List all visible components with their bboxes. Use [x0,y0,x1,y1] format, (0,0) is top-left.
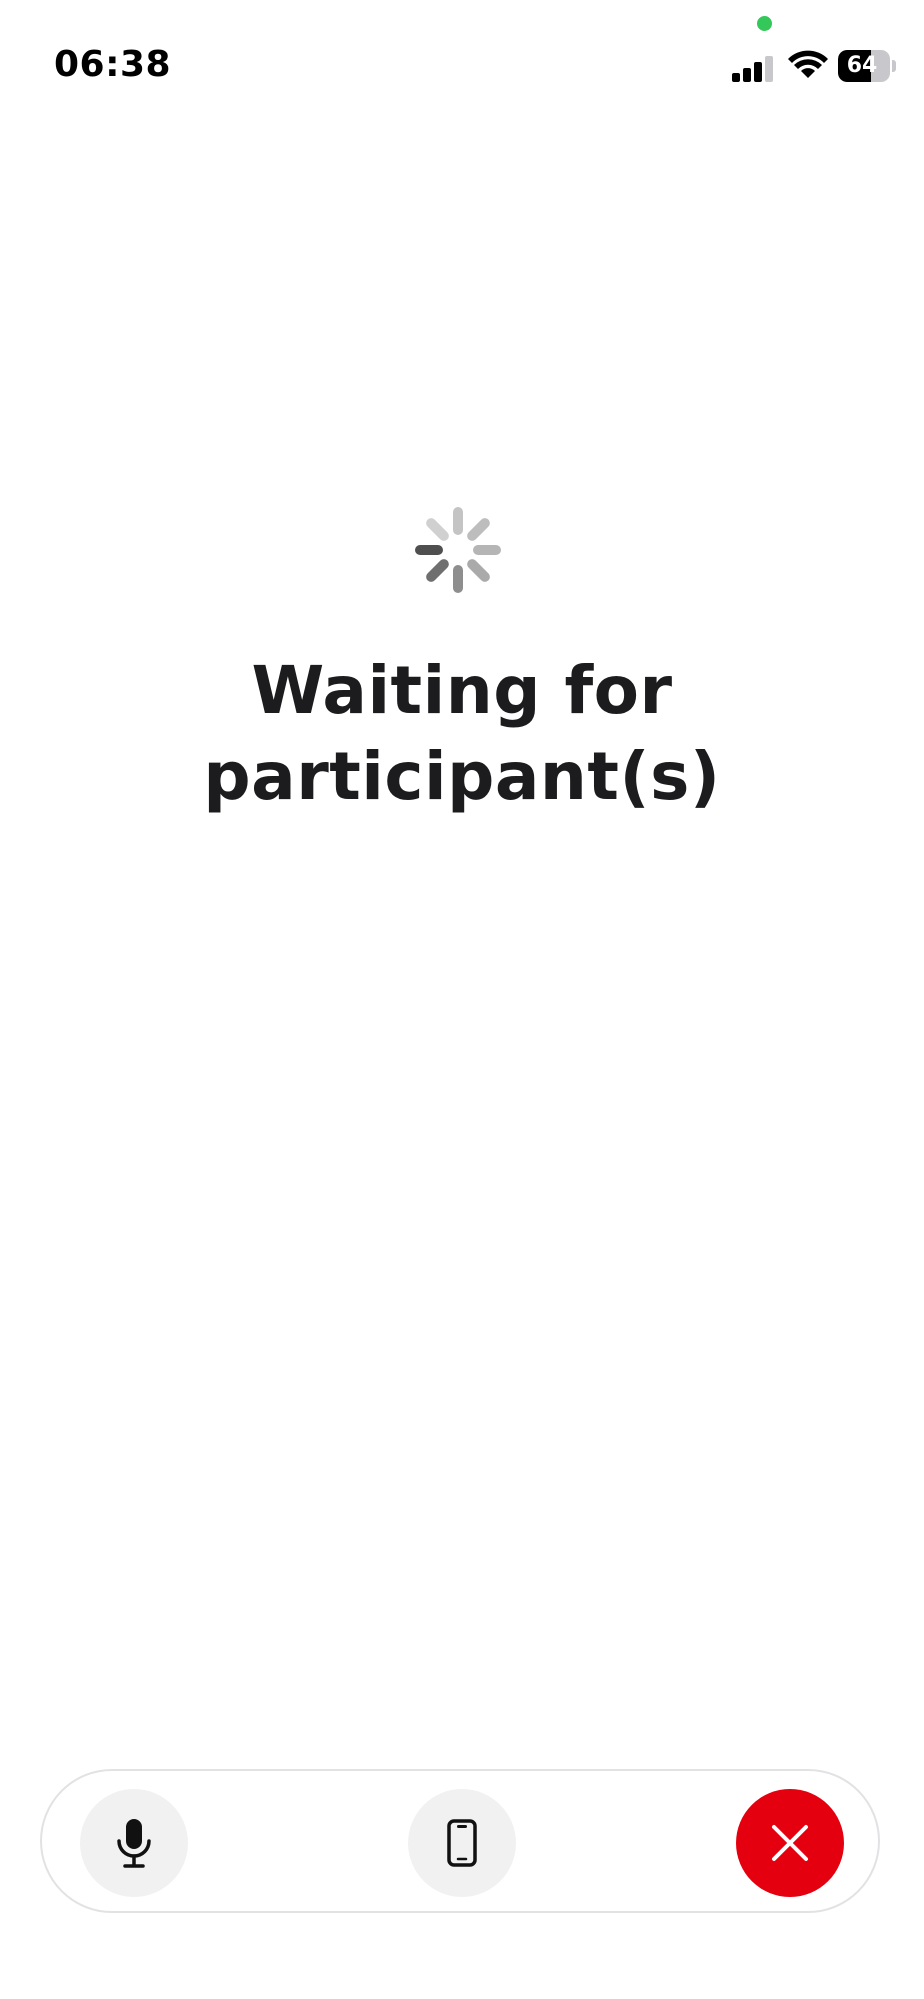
close-icon [772,1825,808,1861]
call-controls-bar [40,1769,880,1913]
cellular-signal-icon [732,52,776,82]
wifi-icon [788,50,828,78]
waiting-title: Waiting for participant(s) [203,652,721,815]
loading-spinner-icon [415,507,501,593]
battery-icon: 64 [838,50,890,82]
end-call-button[interactable] [736,1789,844,1897]
mute-microphone-button[interactable] [80,1789,188,1897]
status-time: 06:38 [54,44,172,85]
privacy-indicator-dot [757,16,772,31]
battery-level: 64 [846,53,878,78]
audio-device-button[interactable] [408,1789,516,1897]
status-bar: 06:38 64 [0,0,924,110]
microphone-icon [117,1819,151,1868]
phone-device-icon [447,1819,477,1867]
battery-tip [892,60,896,72]
